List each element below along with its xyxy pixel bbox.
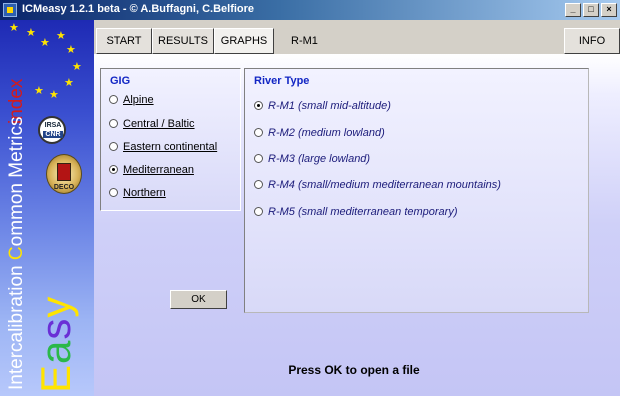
eu-star-icon: ★	[34, 85, 44, 97]
ok-button[interactable]: OK	[170, 290, 227, 309]
gig-option-label: Mediterranean	[123, 164, 194, 176]
badge-bottom-text: CNR	[43, 131, 63, 138]
tab-results[interactable]: RESULTS	[152, 28, 214, 54]
eu-star-icon: ★	[9, 22, 19, 34]
river-type-title: River Type	[254, 75, 310, 87]
tab-start[interactable]: START	[96, 28, 152, 54]
eu-star-icon: ★	[49, 89, 59, 101]
easy-letter: a	[32, 339, 79, 364]
window-title: ICMeasy 1.2.1 beta - © A.Buffagni, C.Bel…	[22, 3, 255, 15]
vertical-title-rest: ommon Metrics	[6, 116, 27, 247]
radio-icon[interactable]	[109, 187, 118, 197]
eu-star-icon: ★	[64, 77, 74, 89]
easy-letter: y	[32, 295, 79, 318]
radio-icon[interactable]	[109, 94, 118, 104]
easy-letter: E	[32, 363, 79, 393]
gig-option-northern[interactable]: Northern	[109, 187, 166, 199]
radio-icon[interactable]	[109, 118, 118, 128]
tab-graphs[interactable]: GRAPHS	[214, 28, 274, 54]
radio-icon[interactable]	[254, 153, 263, 163]
status-message: Press OK to open a file	[288, 363, 420, 377]
eu-star-icon: ★	[72, 61, 82, 73]
deco-crest-icon: DECO	[46, 154, 82, 194]
gig-title: GIG	[110, 75, 131, 87]
river-option-label: R-M2 (medium lowland)	[268, 127, 385, 139]
river-option-label: R-M4 (small/medium mediterranean mountai…	[268, 179, 501, 191]
minimize-button[interactable]: _	[565, 3, 581, 17]
vertical-app-title: Intercalibration Common Metrics	[6, 117, 28, 391]
info-button[interactable]: INFO	[564, 28, 620, 54]
radio-icon[interactable]	[109, 141, 118, 151]
river-option-r-m5[interactable]: R-M5 (small mediterranean temporary)	[254, 206, 458, 218]
gig-option-label: Alpine	[123, 94, 154, 106]
radio-icon[interactable]	[254, 127, 263, 137]
gig-option-central-baltic[interactable]: Central / Baltic	[109, 118, 195, 130]
river-type-panel: River Type R-M1 (small mid-altitude) R-M…	[244, 68, 589, 313]
vertical-title-part: Intercalibration	[6, 260, 27, 390]
river-option-r-m3[interactable]: R-M3 (large lowland)	[254, 153, 370, 165]
tab-strip: START RESULTS GRAPHS R-M1 INFO	[94, 28, 620, 54]
sidebar-branding: ★ ★ ★ ★ ★ ★ ★ ★ ★ index Intercalibration…	[0, 20, 94, 396]
river-option-r-m2[interactable]: R-M2 (medium lowland)	[254, 127, 385, 139]
radio-icon[interactable]	[254, 206, 263, 216]
radio-icon[interactable]	[254, 100, 263, 110]
eu-star-icon: ★	[66, 44, 76, 56]
crest-label: DECO	[53, 184, 75, 191]
maximize-button[interactable]: □	[583, 3, 599, 17]
easy-logo: Easy	[32, 296, 80, 393]
gig-option-mediterranean[interactable]: Mediterranean	[109, 164, 194, 176]
badge-top-text: IRSA	[44, 122, 62, 129]
river-option-label: R-M1 (small mid-altitude)	[268, 100, 391, 112]
app-window: ICMeasy 1.2.1 beta - © A.Buffagni, C.Bel…	[0, 0, 620, 396]
river-option-label: R-M5 (small mediterranean temporary)	[268, 206, 458, 218]
gig-option-label: Eastern continental	[123, 141, 218, 153]
easy-letter: s	[32, 317, 79, 340]
gig-option-label: Northern	[123, 187, 166, 199]
crest-shield	[57, 163, 71, 181]
river-option-r-m4[interactable]: R-M4 (small/medium mediterranean mountai…	[254, 179, 501, 191]
eu-star-icon: ★	[26, 27, 36, 39]
vertical-title-highlight: C	[6, 246, 27, 261]
radio-icon[interactable]	[254, 179, 263, 189]
irsa-cnr-logo-icon: IRSA CNR	[38, 116, 66, 144]
title-bar[interactable]: ICMeasy 1.2.1 beta - © A.Buffagni, C.Bel…	[0, 0, 620, 20]
eu-star-icon: ★	[56, 30, 66, 42]
close-button[interactable]: ×	[601, 3, 617, 17]
gig-option-alpine[interactable]: Alpine	[109, 94, 154, 106]
eu-star-icon: ★	[40, 37, 50, 49]
radio-icon[interactable]	[109, 164, 118, 174]
app-icon[interactable]	[3, 3, 17, 17]
river-option-r-m1[interactable]: R-M1 (small mid-altitude)	[254, 100, 391, 112]
gig-option-eastern-continental[interactable]: Eastern continental	[109, 141, 217, 153]
gig-option-label: Central / Baltic	[123, 118, 195, 130]
gig-panel: GIG Alpine Central / Baltic Eastern cont…	[100, 68, 241, 211]
main-content: GIG Alpine Central / Baltic Eastern cont…	[94, 54, 620, 396]
river-option-label: R-M3 (large lowland)	[268, 153, 371, 165]
breadcrumb: R-M1	[291, 35, 318, 47]
